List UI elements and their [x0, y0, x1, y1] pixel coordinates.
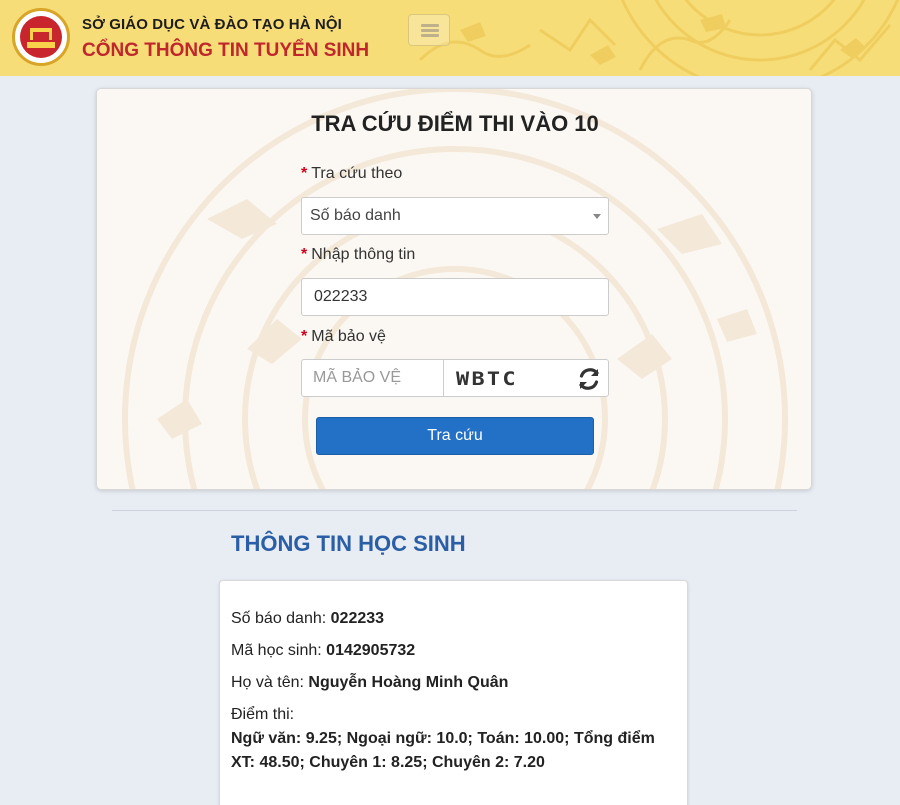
- scores-value: Ngữ văn: 9.25; Ngoại ngữ: 10.0; Toán: 10…: [231, 730, 655, 771]
- required-marker: *: [301, 328, 308, 345]
- lookup-type-value: Số báo danh: [310, 207, 401, 224]
- search-submit-button[interactable]: Tra cứu: [316, 417, 594, 455]
- hamburger-icon: [421, 24, 439, 27]
- search-card: TRA CỨU ĐIỂM THI VÀO 10 * Tra cứu theo Số…: [96, 88, 812, 490]
- section-divider: [112, 510, 797, 511]
- student-info-title: THÔNG TIN HỌC SINH: [231, 531, 466, 556]
- student-name-value: Nguyễn Hoàng Minh Quân: [308, 674, 509, 691]
- info-input[interactable]: 022233: [301, 278, 609, 316]
- student-result-card: Số báo danh: 022233 Mã học sinh: 0142905…: [219, 580, 688, 805]
- student-code-value: 0142905732: [326, 642, 416, 659]
- student-name-row: Họ và tên: Nguyễn Hoàng Minh Quân: [231, 674, 509, 691]
- info-label: * Nhập thông tin: [301, 246, 416, 263]
- department-logo: [12, 8, 70, 66]
- department-name: SỞ GIÁO DỤC VÀ ĐÀO TẠO HÀ NỘI: [82, 16, 342, 33]
- search-title: TRA CỨU ĐIỂM THI VÀO 10: [311, 111, 599, 136]
- lookup-type-label: * Tra cứu theo: [301, 165, 403, 182]
- sbd-row: Số báo danh: 022233: [231, 610, 385, 627]
- student-code-row: Mã học sinh: 0142905732: [231, 642, 416, 659]
- lookup-type-select[interactable]: Số báo danh: [301, 197, 609, 235]
- portal-name[interactable]: CỔNG THÔNG TIN TUYỂN SINH: [82, 40, 369, 62]
- refresh-icon[interactable]: [577, 367, 601, 391]
- sbd-value: 022233: [330, 610, 385, 627]
- captcha-input[interactable]: MÃ BẢO VỆ: [301, 359, 444, 397]
- captcha-image: WBTC: [443, 359, 609, 397]
- captcha-label: * Mã bảo vệ: [301, 328, 386, 345]
- menu-toggle-button[interactable]: [408, 14, 450, 46]
- captcha-text: WBTC: [456, 368, 518, 390]
- required-marker: *: [301, 165, 308, 182]
- site-header: SỞ GIÁO DỤC VÀ ĐÀO TẠO HÀ NỘI CỔNG THÔNG…: [0, 0, 900, 76]
- caret-down-icon: [593, 214, 601, 219]
- required-marker: *: [301, 246, 308, 263]
- scores-label: Điểm thi:: [231, 706, 295, 723]
